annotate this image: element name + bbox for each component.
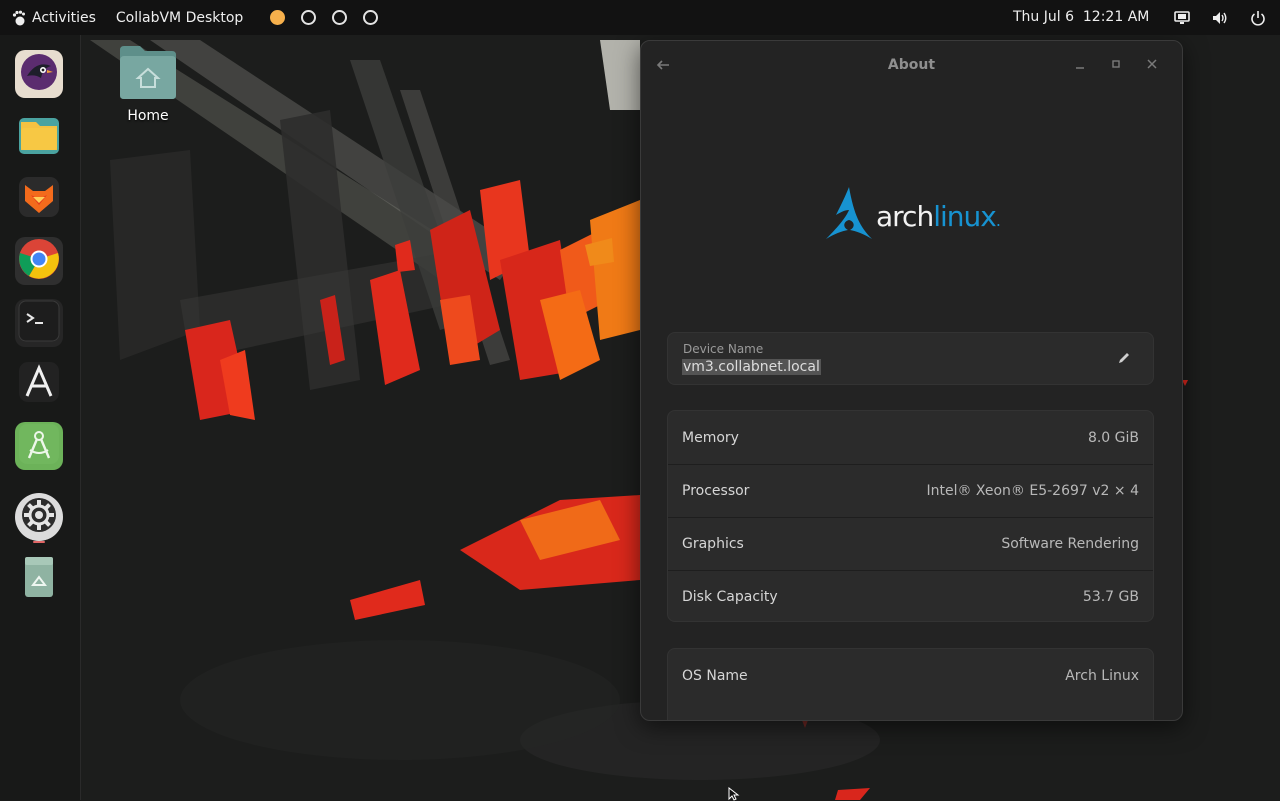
display-icon[interactable] — [1174, 10, 1190, 25]
close-icon — [1147, 59, 1157, 69]
gnome-foot-icon — [12, 10, 26, 26]
workspace-dot-4[interactable] — [363, 10, 379, 25]
fox-browser-icon — [17, 175, 61, 223]
dock-files[interactable] — [15, 113, 63, 161]
desktop-home-icon[interactable]: Home — [108, 44, 188, 124]
device-name-label: Device Name — [683, 342, 764, 356]
graphics-value: Software Rendering — [1001, 536, 1139, 552]
clock[interactable]: Thu Jul 6 12:21 AM — [1013, 0, 1149, 35]
dock-trash[interactable] — [15, 555, 63, 603]
device-name-row[interactable]: Device Name vm3.collabnet.local — [667, 332, 1154, 385]
window-header: About — [641, 41, 1182, 91]
dock-terminal[interactable] — [15, 299, 63, 347]
dash-dock — [0, 35, 81, 800]
dock-android-studio[interactable] — [15, 422, 63, 470]
volume-icon[interactable] — [1212, 11, 1228, 25]
activities-button[interactable]: Activities — [0, 0, 96, 35]
system-tray[interactable] — [1174, 0, 1266, 35]
minimize-icon — [1076, 67, 1084, 69]
disk-capacity-value: 53.7 GB — [1082, 589, 1139, 605]
dock-fonts[interactable] — [15, 360, 63, 408]
graphics-row: Graphics Software Rendering — [668, 517, 1153, 570]
minimize-button[interactable] — [1074, 58, 1086, 70]
terminal-icon — [17, 299, 61, 347]
font-a-icon — [17, 360, 61, 408]
pencil-icon — [1119, 353, 1129, 363]
dock-chrome[interactable] — [15, 237, 63, 285]
arch-wordmark: archlinux. — [876, 200, 1001, 233]
os-info-list: OS Name Arch Linux — [667, 648, 1154, 720]
power-icon[interactable] — [1250, 10, 1266, 26]
dock-app-bird[interactable] — [15, 50, 63, 98]
dock-settings[interactable] — [15, 493, 63, 541]
os-name-row: OS Name Arch Linux — [668, 649, 1153, 702]
files-icon — [16, 112, 62, 162]
activities-label: Activities — [32, 9, 96, 26]
window-title: About — [887, 57, 936, 73]
workspace-indicator[interactable] — [270, 10, 379, 25]
dock-librewolf[interactable] — [15, 175, 63, 223]
processor-row: Processor Intel® Xeon® E5-2697 v2 × 4 — [668, 464, 1153, 517]
close-button[interactable] — [1146, 58, 1158, 70]
graphics-label: Graphics — [682, 536, 744, 552]
bird-logo-icon — [19, 52, 59, 96]
maximize-button[interactable] — [1110, 58, 1122, 70]
logo-text-arch: arch — [876, 200, 934, 233]
about-window: About archlinux. Device Name vm3.collabn… — [640, 40, 1183, 721]
disk-capacity-label: Disk Capacity — [682, 589, 778, 605]
running-indicator — [33, 541, 45, 543]
logo-text-linux: linux — [933, 200, 997, 233]
memory-value: 8.0 GiB — [1087, 429, 1139, 446]
workspace-dot-2[interactable] — [301, 10, 317, 25]
hardware-info-list: Memory 8.0 GiB Processor Intel® Xeon® E5… — [667, 410, 1154, 622]
arch-triangle-icon — [826, 187, 872, 239]
logo-dot: . — [995, 211, 1001, 230]
processor-label: Processor — [682, 483, 750, 499]
gear-icon — [19, 495, 59, 539]
processor-value: Intel® Xeon® E5-2697 v2 × 4 — [926, 483, 1139, 499]
workspace-dot-1[interactable] — [270, 10, 286, 25]
arch-linux-logo: archlinux. — [824, 183, 1004, 239]
os-name-value: Arch Linux — [1065, 667, 1139, 684]
os-name-label: OS Name — [682, 667, 748, 684]
memory-row: Memory 8.0 GiB — [668, 411, 1153, 464]
memory-label: Memory — [682, 429, 739, 446]
edit-device-name-button[interactable] — [1117, 351, 1131, 365]
home-folder-icon — [118, 46, 178, 104]
recycle-icon — [19, 555, 59, 603]
workspace-dot-3[interactable] — [332, 10, 348, 25]
mouse-pointer-icon — [728, 787, 740, 801]
app-menu-title[interactable]: CollabVM Desktop — [116, 10, 243, 26]
device-name-field[interactable]: vm3.collabnet.local — [682, 359, 821, 375]
home-label: Home — [127, 108, 169, 124]
disk-capacity-row: Disk Capacity 53.7 GB — [668, 570, 1153, 623]
maximize-icon — [1112, 60, 1120, 68]
top-bar: Activities CollabVM Desktop Thu Jul 6 12… — [0, 0, 1280, 35]
chrome-icon — [17, 237, 61, 285]
compass-icon — [19, 424, 59, 468]
